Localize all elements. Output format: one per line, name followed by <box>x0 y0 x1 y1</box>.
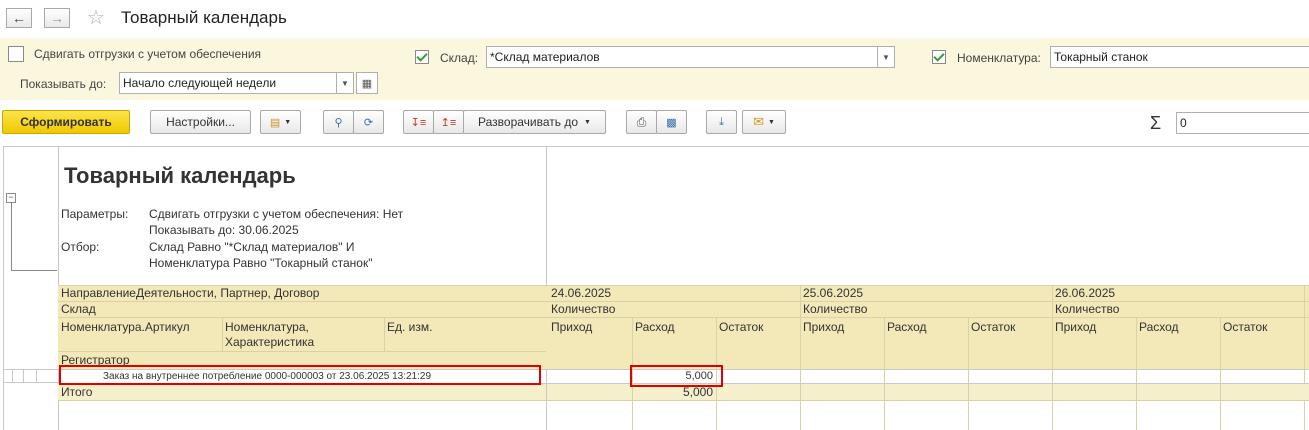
params-line-2: Показывать до: 30.06.2025 <box>149 223 299 237</box>
total-out-value: 5,000 <box>682 385 713 399</box>
warehouse-label: Склад: <box>440 51 479 65</box>
generate-button[interactable]: Сформировать <box>2 110 130 134</box>
header-out-3: Расход <box>1139 320 1179 334</box>
save-button[interactable]: ⤓ <box>706 110 737 134</box>
header-group1: НаправлениеДеятельности, Партнер, Догово… <box>61 286 320 300</box>
download-icon: ⤓ <box>719 115 724 128</box>
header-unit: Ед. изм. <box>387 320 433 334</box>
header-in-2: Приход <box>803 320 845 334</box>
sort-asc-icon: ↥≡ <box>440 116 457 129</box>
email-dropdown-button[interactable]: ✉ ▼ <box>742 110 786 134</box>
sum-icon: Σ <box>1150 113 1162 133</box>
envelope-icon: ✉ <box>753 114 764 129</box>
chevron-down-icon: ▼ <box>584 118 591 126</box>
filter-label: Отбор: <box>61 240 100 254</box>
header-in-1: Приход <box>551 320 593 334</box>
header-out-2: Расход <box>887 320 927 334</box>
calendar-icon: ▦ <box>361 77 373 90</box>
page-title: Товарный календарь <box>121 8 287 27</box>
search-next-icon: ⟳ <box>363 116 374 129</box>
arrow-right-icon: → <box>50 10 64 26</box>
header-rest-2: Остаток <box>971 320 1016 334</box>
search-button[interactable]: ⚲ <box>323 110 354 134</box>
report-variant-icon: ▤ <box>269 116 281 129</box>
arrow-left-icon: ← <box>12 10 26 26</box>
chevron-down-icon: ▼ <box>341 78 349 88</box>
header-warehouse: Склад <box>61 302 96 316</box>
header-out-1: Расход <box>635 320 675 334</box>
calendar-button[interactable]: ▦ <box>356 72 378 94</box>
header-date-2: 25.06.2025 <box>803 286 864 300</box>
settings-button[interactable]: Настройки... <box>150 110 251 134</box>
report-title: Товарный календарь <box>64 163 296 188</box>
show-until-field[interactable]: Начало следующей недели <box>119 72 337 94</box>
header-article: Номенклатура.Артикул <box>61 320 190 334</box>
highlight-out-value <box>630 365 723 387</box>
header-qty-2: Количество <box>803 302 868 316</box>
header-date-3: 26.06.2025 <box>1055 286 1116 300</box>
show-until-dropdown-button[interactable]: ▼ <box>336 72 354 94</box>
filter-line-1: Склад Равно "*Склад материалов" И <box>149 240 355 254</box>
variant-dropdown-button[interactable]: ▤ ▼ <box>260 110 301 134</box>
preview-button[interactable]: ▩ <box>656 110 687 134</box>
warehouse-checkbox[interactable] <box>415 50 429 64</box>
warehouse-dropdown-button[interactable]: ▼ <box>877 46 895 68</box>
chevron-down-icon: ▼ <box>882 52 890 62</box>
expand-to-button[interactable]: Разворачивать до ▼ <box>463 110 606 134</box>
chevron-down-icon: ▼ <box>284 118 292 126</box>
expand-to-label: Разворачивать до <box>478 115 579 129</box>
highlight-registrar <box>59 365 541 385</box>
shift-shipments-label: Сдвигать отгрузки с учетом обеспечения <box>34 47 262 61</box>
print-button[interactable]: ⎙ <box>626 110 657 134</box>
params-label: Параметры: <box>61 207 129 221</box>
header-qty-1: Количество <box>551 302 616 316</box>
search-icon: ⚲ <box>334 116 343 129</box>
sum-field[interactable]: 0 <box>1176 112 1309 134</box>
header-date-1: 24.06.2025 <box>551 286 612 300</box>
preview-icon: ▩ <box>666 116 677 129</box>
warehouse-field[interactable]: *Склад материалов <box>486 46 878 68</box>
nomenclature-checkbox[interactable] <box>932 50 946 64</box>
search-next-button[interactable]: ⟳ <box>353 110 384 134</box>
total-label: Итого <box>61 385 93 399</box>
forward-button[interactable]: → <box>44 8 70 28</box>
shift-shipments-checkbox[interactable] <box>8 46 24 62</box>
header-rest-3: Остаток <box>1223 320 1268 334</box>
filter-line-2: Номенклатура Равно "Токарный станок" <box>149 256 373 270</box>
header-in-3: Приход <box>1055 320 1097 334</box>
header-qty-3: Количество <box>1055 302 1120 316</box>
nomenclature-field[interactable]: Токарный станок <box>1050 46 1309 68</box>
sort-desc-button[interactable]: ↧≡ <box>403 110 434 134</box>
favorite-star-icon[interactable]: ☆ <box>87 5 105 30</box>
printer-icon: ⎙ <box>636 114 647 129</box>
sort-asc-button[interactable]: ↥≡ <box>433 110 464 134</box>
collapse-group-icon[interactable]: − <box>6 193 16 203</box>
header-rest-1: Остаток <box>719 320 764 334</box>
nomenclature-label: Номенклатура: <box>957 51 1041 65</box>
header-nomenclature: Номенклатура, Характеристика <box>225 320 315 349</box>
sort-desc-icon: ↧≡ <box>410 116 427 129</box>
back-button[interactable]: ← <box>6 8 32 28</box>
chevron-down-icon: ▼ <box>767 118 775 126</box>
params-line-1: Сдвигать отгрузки с учетом обеспечения: … <box>149 207 404 221</box>
show-until-label: Показывать до: <box>20 77 107 91</box>
